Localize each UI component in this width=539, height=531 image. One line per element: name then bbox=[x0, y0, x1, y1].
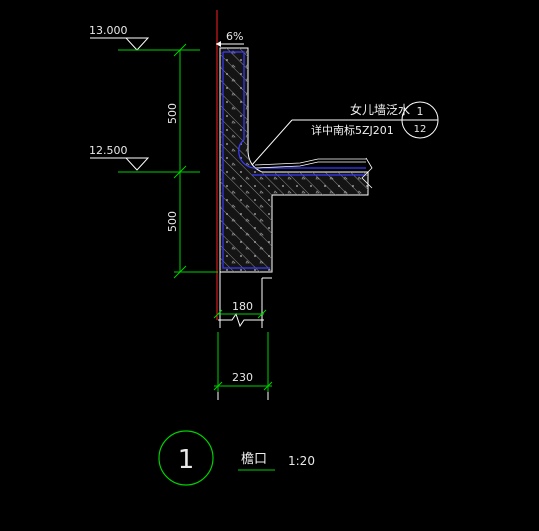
detail-reference-symbol: 1 12 bbox=[401, 101, 439, 139]
dimension-upper-label: 500 bbox=[166, 103, 179, 124]
elevation-top-label: 13.000 bbox=[89, 24, 128, 37]
detail-title: 1 檐口 1:20 bbox=[158, 430, 315, 486]
annotation-reference: 详中南标5ZJ201 bbox=[311, 123, 394, 137]
detail-reference-number: 1 bbox=[417, 105, 424, 118]
dimension-lower-label: 500 bbox=[166, 211, 179, 232]
vertical-dimension bbox=[173, 43, 218, 279]
concrete-section bbox=[219, 47, 369, 273]
eave-detail-drawing: 13.000 12.500 500 500 6% 女儿墙泛水 详中南标5ZJ20… bbox=[89, 10, 439, 486]
detail-reference-sheet: 12 bbox=[414, 124, 427, 135]
detail-title-scale: 1:20 bbox=[288, 454, 315, 468]
cad-drawing-canvas: 13.000 12.500 500 500 6% 女儿墙泛水 详中南标5ZJ20… bbox=[0, 0, 539, 531]
slope-label: 6% bbox=[226, 30, 243, 43]
annotation-waterproof: 女儿墙泛水 bbox=[350, 102, 410, 117]
detail-title-name: 檐口 bbox=[241, 452, 267, 467]
slope-indicator: 6% bbox=[216, 30, 244, 47]
detail-title-number: 1 bbox=[178, 445, 195, 475]
elevation-middle-label: 12.500 bbox=[89, 144, 128, 157]
dimension-230-label: 230 bbox=[232, 371, 253, 384]
dimension-180-label: 180 bbox=[232, 300, 253, 313]
elevation-mark-middle: 12.500 bbox=[89, 144, 200, 173]
